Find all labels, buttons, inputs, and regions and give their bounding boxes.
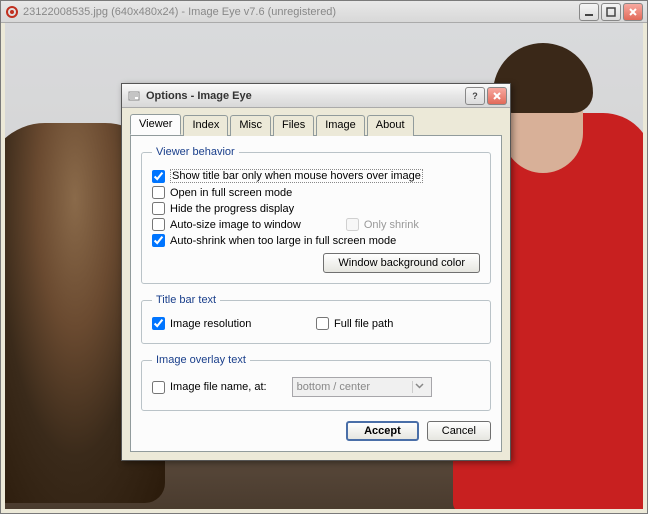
checkbox-image-resolution[interactable]	[152, 317, 165, 330]
row-full-file-path: Full file path	[316, 317, 480, 330]
label-only-shrink: Only shrink	[364, 219, 419, 231]
main-titlebar[interactable]: 23122008535.jpg (640x480x24) - Image Eye…	[1, 1, 647, 23]
dialog-close-button[interactable]	[487, 87, 507, 105]
row-file-name-at: Image file name, at: bottom / center	[152, 377, 480, 397]
checkbox-file-name-at[interactable]	[152, 381, 165, 394]
tab-about[interactable]: About	[367, 115, 414, 136]
tab-image[interactable]: Image	[316, 115, 365, 136]
chevron-down-icon	[412, 381, 427, 393]
close-button[interactable]	[623, 3, 643, 21]
tab-misc[interactable]: Misc	[230, 115, 271, 136]
minimize-button[interactable]	[579, 3, 599, 21]
label-show-title-hover[interactable]: Show title bar only when mouse hovers ov…	[170, 169, 423, 183]
label-auto-size[interactable]: Auto-size image to window	[170, 219, 301, 231]
overlay-position-value: bottom / center	[297, 381, 370, 393]
label-hide-progress[interactable]: Hide the progress display	[170, 203, 294, 215]
row-show-title-hover: Show title bar only when mouse hovers ov…	[152, 169, 480, 183]
label-open-fullscreen[interactable]: Open in full screen mode	[170, 187, 292, 199]
dialog-button-row: Accept Cancel	[141, 421, 491, 441]
app-icon	[5, 5, 19, 19]
row-image-resolution: Image resolution	[152, 317, 316, 330]
overlay-text-group: Image overlay text Image file name, at: …	[141, 354, 491, 411]
tab-viewer[interactable]: Viewer	[130, 114, 181, 135]
label-image-resolution[interactable]: Image resolution	[170, 318, 251, 330]
maximize-button[interactable]	[601, 3, 621, 21]
checkbox-only-shrink	[346, 218, 359, 231]
overlay-text-legend: Image overlay text	[152, 354, 250, 366]
viewer-behavior-group: Viewer behavior Show title bar only when…	[141, 146, 491, 284]
main-window-title: 23122008535.jpg (640x480x24) - Image Eye…	[23, 6, 579, 18]
checkbox-show-title-hover[interactable]	[152, 170, 165, 183]
dialog-body: Viewer Index Misc Files Image About View…	[122, 108, 510, 460]
dialog-icon	[127, 89, 141, 103]
window-bg-color-button[interactable]: Window background color	[323, 253, 480, 273]
checkbox-open-fullscreen[interactable]	[152, 186, 165, 199]
options-dialog: Options - Image Eye ? Viewer Index Misc …	[121, 83, 511, 461]
checkbox-auto-shrink-fs[interactable]	[152, 234, 165, 247]
checkbox-auto-size[interactable]	[152, 218, 165, 231]
label-file-name-at[interactable]: Image file name, at:	[170, 381, 267, 393]
label-full-file-path[interactable]: Full file path	[334, 318, 393, 330]
tab-files[interactable]: Files	[273, 115, 314, 136]
main-window: 23122008535.jpg (640x480x24) - Image Eye…	[0, 0, 648, 514]
overlay-position-select: bottom / center	[292, 377, 432, 397]
viewer-behavior-legend: Viewer behavior	[152, 146, 239, 158]
row-auto-size: Auto-size image to window Only shrink	[152, 218, 480, 231]
help-button[interactable]: ?	[465, 87, 485, 105]
dialog-titlebar[interactable]: Options - Image Eye ?	[122, 84, 510, 108]
accept-button[interactable]: Accept	[346, 421, 419, 441]
window-controls	[579, 3, 643, 21]
title-bar-text-legend: Title bar text	[152, 294, 220, 306]
row-open-fullscreen: Open in full screen mode	[152, 186, 480, 199]
row-hide-progress: Hide the progress display	[152, 202, 480, 215]
label-auto-shrink-fs[interactable]: Auto-shrink when too large in full scree…	[170, 235, 396, 247]
cancel-button[interactable]: Cancel	[427, 421, 491, 441]
title-bar-text-group: Title bar text Image resolution Full fil…	[141, 294, 491, 344]
dialog-title: Options - Image Eye	[146, 90, 465, 102]
tab-bar: Viewer Index Misc Files Image About	[130, 114, 502, 135]
tab-index[interactable]: Index	[183, 115, 228, 136]
tab-panel-viewer: Viewer behavior Show title bar only when…	[130, 135, 502, 452]
checkbox-full-file-path[interactable]	[316, 317, 329, 330]
svg-text:?: ?	[472, 91, 478, 101]
row-auto-shrink-fs: Auto-shrink when too large in full scree…	[152, 234, 480, 247]
checkbox-hide-progress[interactable]	[152, 202, 165, 215]
